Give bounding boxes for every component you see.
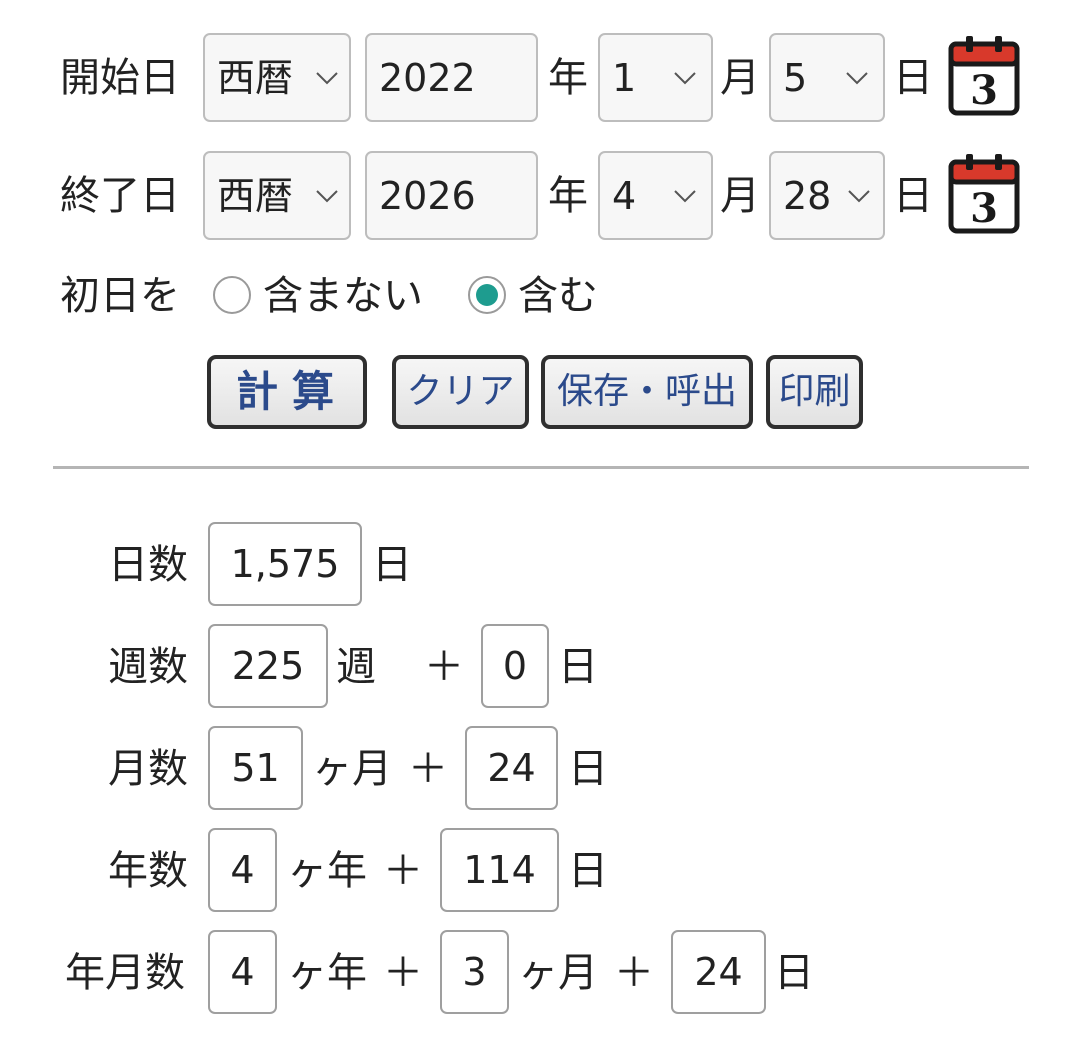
weeks-remainder-unit: 日 (558, 644, 598, 690)
end-year-unit: 年 (548, 173, 588, 219)
start-calendar-glyph: 3 (970, 67, 998, 114)
weeks-remainder: 0 (481, 624, 549, 708)
start-day-unit: 日 (893, 55, 933, 101)
start-month-value: 1 (612, 55, 637, 100)
start-day-select[interactable]: 5 (769, 33, 885, 122)
years-remainder: 114 (440, 828, 559, 912)
end-day-value: 28 (783, 173, 832, 218)
years-result: 4 (208, 828, 277, 912)
days-unit: 日 (372, 542, 412, 588)
end-month-unit: 月 (720, 173, 760, 219)
chevron-down-icon (846, 71, 868, 84)
end-calendar-glyph: 3 (970, 185, 998, 232)
ymd-years-result: 4 (208, 930, 277, 1014)
start-era-value: 西暦 (217, 55, 294, 100)
ymd-plus-2: ＋ (614, 950, 654, 996)
years-unit: ヶ年 (287, 848, 367, 894)
start-date-label: 開始日 (60, 55, 180, 101)
start-month-select[interactable]: 1 (598, 33, 713, 122)
end-month-value: 4 (612, 173, 637, 218)
end-year-input[interactable]: 2026 (365, 151, 538, 240)
radio-include-label[interactable]: 含む (518, 276, 598, 316)
months-label: 月数 (108, 746, 188, 792)
ymd-months-result: 3 (440, 930, 509, 1014)
start-year-value: 2022 (379, 55, 476, 100)
chevron-down-icon (674, 189, 696, 202)
chevron-down-icon (316, 189, 338, 202)
print-button[interactable]: 印刷 (766, 355, 863, 429)
start-year-input[interactable]: 2022 (365, 33, 538, 122)
start-era-select[interactable]: 西暦 (203, 33, 351, 122)
ymd-months-unit: ヶ月 (518, 950, 598, 996)
start-day-value: 5 (783, 55, 808, 100)
clear-button[interactable]: クリア (392, 355, 529, 429)
start-year-unit: 年 (548, 55, 588, 101)
ymd-days-result: 24 (671, 930, 766, 1014)
years-remainder-unit: 日 (568, 848, 608, 894)
ymd-years-unit: ヶ年 (287, 950, 367, 996)
radio-exclude-label[interactable]: 含まない (263, 276, 423, 316)
days-label: 日数 (108, 542, 188, 588)
months-remainder: 24 (465, 726, 558, 810)
weeks-result: 225 (208, 624, 328, 708)
ymd-plus-1: ＋ (383, 950, 423, 996)
end-day-unit: 日 (893, 173, 933, 219)
days-result: 1,575 (208, 522, 362, 606)
weeks-plus: ＋ (424, 644, 464, 690)
ymd-label: 年月数 (65, 950, 185, 996)
end-year-value: 2026 (379, 173, 476, 218)
chevron-down-icon (848, 189, 870, 202)
radio-exclude-first-day[interactable] (213, 276, 251, 314)
chevron-down-icon (674, 71, 696, 84)
start-calendar-icon[interactable]: 3 (948, 34, 1020, 116)
chevron-down-icon (316, 71, 338, 84)
weeks-label: 週数 (108, 644, 188, 690)
start-month-unit: 月 (720, 55, 760, 101)
end-month-select[interactable]: 4 (598, 151, 713, 240)
end-era-select[interactable]: 西暦 (203, 151, 351, 240)
divider (53, 466, 1029, 469)
first-day-label: 初日を (60, 273, 180, 319)
end-calendar-icon[interactable]: 3 (948, 152, 1020, 234)
radio-include-first-day[interactable] (468, 276, 506, 314)
months-unit: ヶ月 (312, 746, 392, 792)
end-day-select[interactable]: 28 (769, 151, 885, 240)
months-remainder-unit: 日 (568, 746, 608, 792)
years-label: 年数 (108, 848, 188, 894)
years-plus: ＋ (383, 848, 423, 894)
ymd-days-unit: 日 (774, 950, 814, 996)
save-load-button[interactable]: 保存・呼出 (541, 355, 753, 429)
end-date-label: 終了日 (60, 173, 180, 219)
calculate-button[interactable]: 計算 (207, 355, 367, 429)
end-era-value: 西暦 (217, 173, 294, 218)
months-result: 51 (208, 726, 303, 810)
months-plus: ＋ (408, 746, 448, 792)
weeks-unit: 週 (336, 644, 376, 690)
